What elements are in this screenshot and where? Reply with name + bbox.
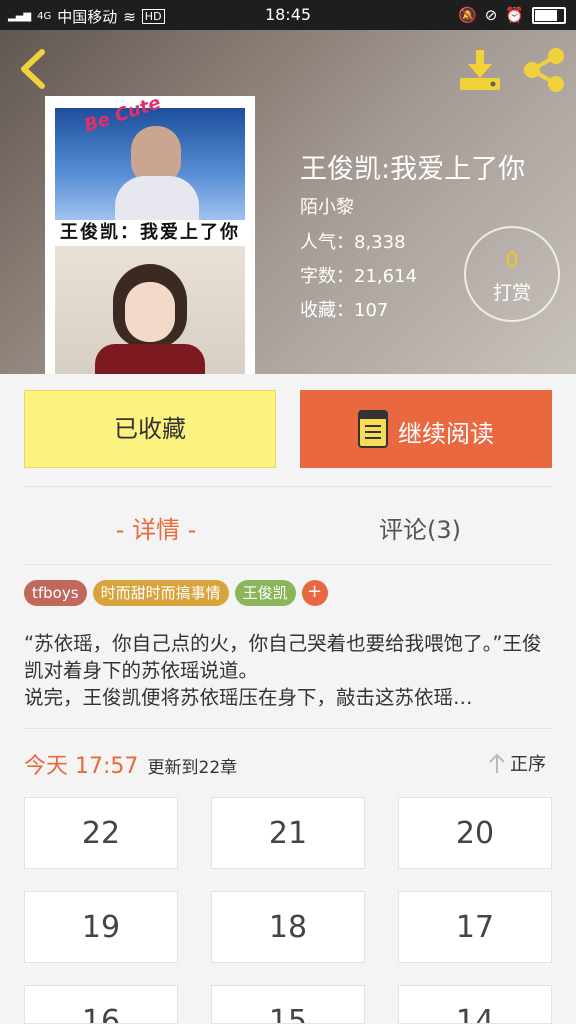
favorites-label: 收藏：: [300, 300, 354, 321]
back-arrow-icon[interactable]: [14, 46, 54, 92]
tag-chip[interactable]: 时而甜时而搞事情: [92, 580, 229, 606]
description-text: “苏依瑶，你自己点的火，你自己哭着也要给我喂饱了。”王俊凯对着身下的苏依瑶说道。…: [24, 632, 542, 709]
book-header: ▂▄▆ 4G 中国移动 ≋ HD 18:45 🔕 ⊘ ⏰ Be Cute 王俊凯…: [0, 0, 576, 374]
popularity-label: 人气：: [300, 232, 354, 253]
divider: [24, 564, 552, 565]
word-count-value: 21,614: [354, 266, 417, 287]
book-cover[interactable]: Be Cute 王俊凯：我爱上了你: [45, 96, 255, 374]
update-time: 今天 17:57: [24, 754, 139, 779]
chapter-button[interactable]: 22: [24, 797, 178, 869]
book-icon: [358, 410, 388, 448]
tag-list: tfboys 时而甜时而搞事情 王俊凯 +: [24, 580, 328, 606]
lock-rotation-icon: ⊘: [484, 6, 498, 24]
alarm-icon: ⏰: [505, 6, 524, 24]
share-icon[interactable]: [520, 46, 568, 94]
tag-chip[interactable]: 王俊凯: [234, 580, 296, 606]
download-icon[interactable]: [456, 48, 504, 92]
chapter-button[interactable]: 21: [211, 797, 365, 869]
chapter-button[interactable]: 17: [398, 891, 552, 963]
book-description[interactable]: “苏依瑶，你自己点的火，你自己哭着也要给我喂饱了。”王俊凯对着身下的苏依瑶说道。…: [24, 630, 552, 711]
chapter-button[interactable]: 16: [24, 985, 178, 1024]
chapter-button[interactable]: 20: [398, 797, 552, 869]
reward-label: 打赏: [492, 282, 531, 304]
chapter-button[interactable]: 15: [211, 985, 365, 1024]
update-text: 更新到22章: [147, 758, 238, 778]
cover-girl-coat: [95, 344, 205, 374]
continue-reading-label: 继续阅读: [398, 420, 494, 448]
chapter-button[interactable]: 14: [398, 985, 552, 1024]
cover-singer-body: [115, 176, 199, 220]
sort-order-toggle[interactable]: 正序: [488, 750, 546, 776]
tag-chip[interactable]: tfboys: [24, 580, 87, 606]
word-count-label: 字数：: [300, 266, 354, 287]
favorites-stat: 收藏：107: [300, 296, 388, 322]
favorited-button[interactable]: 已收藏: [24, 390, 276, 468]
status-bar: ▂▄▆ 4G 中国移动 ≋ HD 18:45 🔕 ⊘ ⏰: [0, 0, 576, 30]
update-info: 今天 17:57 更新到22章: [24, 748, 237, 780]
popularity-stat: 人气：8,338: [300, 228, 406, 254]
book-author[interactable]: 陌小黎: [300, 193, 354, 219]
add-tag-button[interactable]: +: [301, 580, 328, 606]
continue-reading-button[interactable]: 继续阅读: [300, 390, 552, 468]
divider: [24, 486, 552, 487]
reward-button[interactable]: 0 打赏: [464, 226, 560, 322]
cover-girl-face: [125, 282, 175, 342]
favorites-value: 107: [354, 300, 389, 321]
mute-icon: 🔕: [458, 6, 477, 24]
popularity-value: 8,338: [354, 232, 406, 253]
divider: [24, 728, 552, 729]
cover-title-text: 王俊凯：我爱上了你: [60, 222, 240, 243]
up-arrow-icon: [489, 753, 505, 773]
reward-count: 0: [505, 248, 519, 272]
book-title: 王俊凯:我爱上了你: [300, 154, 526, 185]
tab-comments[interactable]: 评论(3): [288, 510, 552, 545]
sort-order-label: 正序: [510, 754, 546, 775]
chapter-button[interactable]: 18: [211, 891, 365, 963]
chapter-button[interactable]: 19: [24, 891, 178, 963]
battery-icon: [532, 6, 566, 24]
word-count-stat: 字数：21,614: [300, 262, 417, 288]
tab-details[interactable]: - 详情 -: [24, 510, 288, 545]
